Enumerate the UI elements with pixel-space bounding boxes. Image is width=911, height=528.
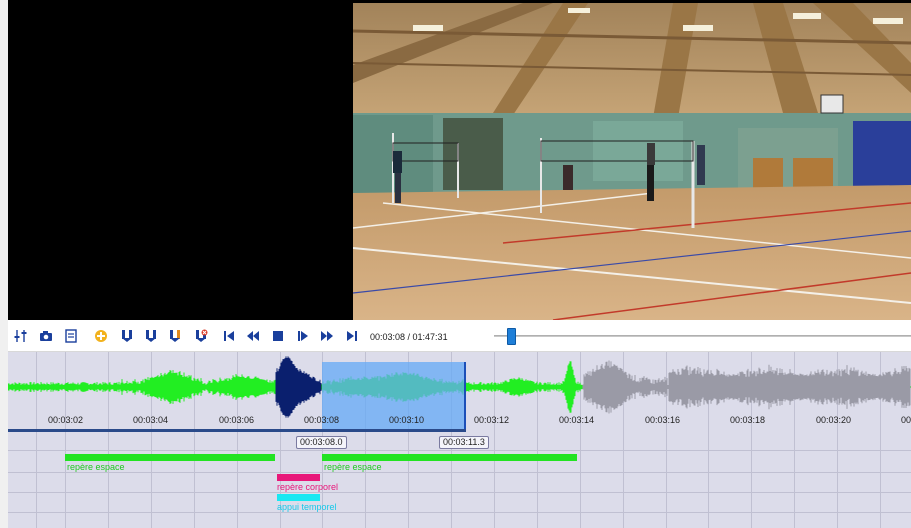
event-bar-body[interactable]: [277, 474, 320, 481]
event-label-body: repère corporel: [277, 482, 339, 492]
export-button[interactable]: [64, 329, 78, 343]
tick-label: 00:03:20: [816, 415, 852, 425]
time-readout: 00:03:08 / 01:47:31: [370, 332, 448, 342]
event-bar-space-2[interactable]: [322, 454, 577, 461]
tick-label: 00:03:16: [645, 415, 681, 425]
selection-start-label: 00:03:08.0: [296, 436, 347, 449]
tick-label: 00:03:08: [304, 415, 340, 425]
tick-label: 00:03:18: [730, 415, 766, 425]
video-player[interactable]: [8, 0, 911, 320]
rewind-button[interactable]: [246, 329, 260, 343]
camera-icon: [40, 331, 52, 341]
marker-type-2-button[interactable]: [144, 329, 158, 343]
grid-line-h: [8, 472, 911, 473]
delete-marker-button[interactable]: [194, 329, 208, 343]
event-bar-space-1[interactable]: [65, 454, 275, 461]
fast-forward-icon: [321, 331, 333, 341]
event-label-space-1: repère espace: [67, 462, 125, 472]
marker-type-3-button[interactable]: [168, 329, 182, 343]
skip-end-icon: [347, 331, 357, 341]
document-icon: [65, 329, 77, 343]
tick-label: 00:03:14: [559, 415, 595, 425]
timeline-panel[interactable]: 00:03:02 00:03:04 00:03:06 00:03:08 00:03:10…: [8, 352, 911, 528]
grid-line-h: [8, 492, 911, 493]
grid-line-h: [8, 450, 911, 451]
player-toolbar: 00:03:08 / 01:47:31: [8, 320, 911, 352]
marker-delete-icon: [196, 329, 208, 342]
snapshot-button[interactable]: [39, 329, 53, 343]
rewind-icon: [247, 331, 259, 341]
tick-label: 00:03:02: [48, 415, 84, 425]
marker-type-1-button[interactable]: [120, 329, 134, 343]
tick-label: 00:03:04: [133, 415, 169, 425]
seek-slider-thumb[interactable]: [506, 328, 516, 345]
play-button[interactable]: [296, 329, 310, 343]
skip-start-icon: [224, 331, 234, 341]
marker-blue-icon: [146, 330, 156, 342]
go-to-end-button[interactable]: [345, 329, 359, 343]
sliders-icon: [14, 330, 27, 342]
gymnasium-scene-image: [353, 3, 911, 320]
stop-icon: [273, 331, 283, 341]
fast-forward-button[interactable]: [320, 329, 334, 343]
go-to-start-button[interactable]: [222, 329, 236, 343]
tick-label: 00:03:10: [389, 415, 425, 425]
tick-label: 00:03:06: [219, 415, 255, 425]
event-bar-temporal[interactable]: [277, 494, 320, 501]
marker-orange-icon: [170, 330, 180, 342]
tick-label: 00:: [901, 415, 911, 425]
settings-sliders-button[interactable]: [14, 329, 28, 343]
stop-button[interactable]: [271, 329, 285, 343]
grid-line-h: [8, 512, 911, 513]
play-icon: [298, 331, 308, 341]
tick-label: 00:03:12: [474, 415, 510, 425]
selection-end-label: 00:03:11.3: [439, 436, 489, 449]
video-frame-gymnasium: [353, 3, 911, 320]
seek-slider-track[interactable]: [494, 335, 911, 337]
add-marker-icon: [95, 330, 107, 342]
video-annotation-app: 00:03:08 / 01:47:31 00:03:02 00:03:04 00:0…: [0, 0, 911, 528]
add-marker-button[interactable]: [94, 329, 108, 343]
playback-progress-bar: [8, 429, 466, 432]
marker-blue-icon: [122, 330, 132, 342]
event-label-temporal: appui temporel: [277, 502, 337, 512]
event-label-space-2: repère espace: [324, 462, 382, 472]
